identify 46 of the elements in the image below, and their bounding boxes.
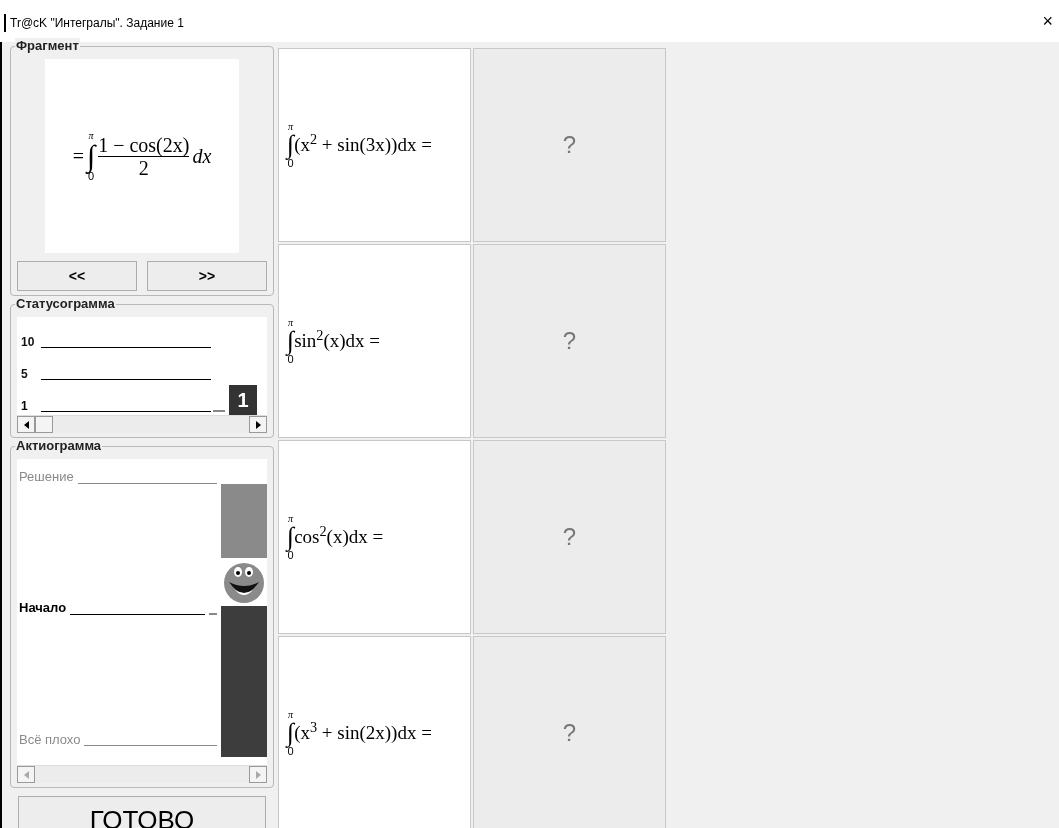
upper-limit: π	[88, 130, 94, 141]
answer-cell[interactable]: ?	[473, 636, 666, 828]
task-formula: sin$^{2}$(x)dx =	[294, 326, 381, 351]
answer-text: ?	[562, 718, 577, 748]
level-label: Решение	[19, 468, 74, 486]
integral-sign: ∫	[287, 523, 295, 550]
upper-limit: π	[288, 709, 294, 720]
answer-cell[interactable]: ?	[473, 48, 666, 242]
window-title: Tr@cK "Интегралы". Задание 1	[4, 14, 184, 32]
task-formula: cos$^{2}$(x)dx =	[294, 522, 384, 547]
status-marker: 1	[229, 385, 257, 415]
level-label: 5	[21, 366, 29, 383]
answer-cell[interactable]: ?	[473, 244, 666, 438]
level-label: Начало	[19, 599, 67, 618]
answer-cell[interactable]: ?	[473, 440, 666, 634]
answer-text: ?	[562, 130, 577, 160]
formula-text: 1 − cos(2x)	[98, 133, 190, 156]
integral-sign: ∫	[287, 327, 295, 354]
integral-sign: ∫	[287, 719, 295, 746]
answer-text: ?	[562, 522, 577, 552]
level-label: 10	[21, 334, 36, 351]
formula-text: 2	[138, 156, 149, 179]
next-button[interactable]: >>	[147, 261, 267, 291]
left-arrow-icon	[23, 420, 29, 429]
level-label: Всё плохо	[19, 730, 81, 749]
answer-text: ?	[562, 326, 577, 356]
group-title: Статусограмма	[15, 296, 116, 312]
task-formula: (x$^{3}$ + sin(2x))dx =	[294, 718, 432, 743]
upper-limit: π	[288, 513, 294, 524]
right-arrow-icon	[255, 420, 261, 429]
integral-sign: ∫	[287, 131, 295, 158]
scroll-thumb[interactable]	[35, 416, 53, 433]
group-title: Актиограмма	[15, 438, 103, 454]
upper-limit: π	[288, 317, 294, 328]
close-button[interactable]: ×	[1042, 12, 1053, 30]
task-formula: (x$^{2}$ + sin(3x))dx =	[294, 130, 432, 155]
scrollbar[interactable]	[17, 765, 267, 783]
formula-text: =	[72, 144, 84, 169]
group-title: Фрагмент	[15, 38, 80, 54]
scrollbar[interactable]	[17, 415, 267, 433]
previous-button[interactable]: <<	[17, 261, 137, 291]
formula-text: dx	[192, 144, 212, 169]
level-label: 1	[21, 398, 29, 415]
upper-limit: π	[288, 121, 294, 132]
left-arrow-icon	[23, 770, 29, 779]
right-arrow-icon	[255, 770, 261, 779]
